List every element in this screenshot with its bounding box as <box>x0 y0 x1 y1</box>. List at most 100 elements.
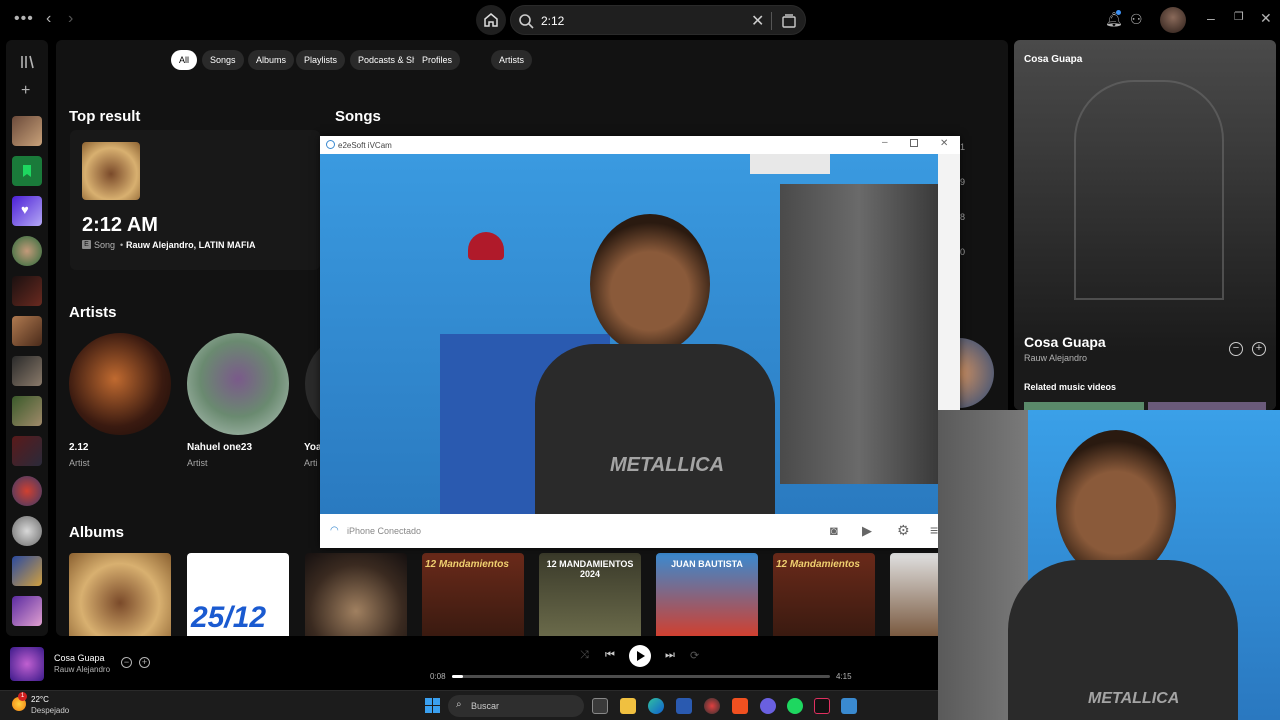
ivcam-title: e2eSoft iVCam <box>338 141 392 150</box>
album-cover[interactable]: 25/12 <box>187 553 289 636</box>
library-item[interactable] <box>12 156 42 186</box>
top-result-artists[interactable]: Rauw Alejandro, LATIN MAFIA <box>126 240 256 250</box>
filter-chip-albums[interactable]: Albums <box>248 50 295 70</box>
library-item[interactable] <box>12 596 42 626</box>
remove-circle-icon[interactable]: − <box>1229 342 1243 356</box>
library-item[interactable] <box>12 396 42 426</box>
search-input[interactable]: 2:12 <box>541 14 564 28</box>
remove-circle-icon[interactable]: − <box>121 657 132 668</box>
library-item[interactable] <box>12 516 42 546</box>
tiktok-icon[interactable] <box>814 698 830 714</box>
now-playing-title[interactable]: Cosa Guapa <box>54 653 105 663</box>
filter-chip-songs[interactable]: Songs <box>202 50 244 70</box>
spotify-icon[interactable] <box>787 698 803 714</box>
album-cover-text: 25/12 <box>191 601 267 634</box>
clear-search-icon[interactable]: ✕ <box>751 11 764 31</box>
artist-name[interactable]: Nahuel one23 <box>187 442 252 453</box>
artist-name[interactable]: Yoa <box>304 442 322 453</box>
minimize-window-icon[interactable]: – <box>882 137 888 148</box>
user-avatar[interactable] <box>1160 7 1186 33</box>
play-icon <box>637 651 645 661</box>
library-icon[interactable] <box>19 54 35 70</box>
album-cover[interactable]: 12 MANDAMIENTOS 2024 <box>539 553 641 636</box>
app-icon[interactable] <box>704 698 720 714</box>
artist-type: Artist <box>187 458 208 468</box>
create-plus-icon[interactable]: + <box>21 82 30 100</box>
menu-icon[interactable]: ≡ <box>930 522 938 538</box>
library-item[interactable] <box>12 556 42 586</box>
library-item[interactable] <box>12 436 42 466</box>
friend-activity-icon[interactable]: ⚇ <box>1130 11 1143 28</box>
now-playing-cover[interactable] <box>10 647 44 681</box>
maximize-window-icon[interactable] <box>910 139 918 147</box>
filter-chip-all[interactable]: All <box>171 50 198 70</box>
close-window-icon[interactable]: ✕ <box>940 138 948 149</box>
home-button[interactable] <box>476 5 506 35</box>
related-video-thumb[interactable] <box>1024 402 1144 410</box>
album-cover[interactable] <box>69 553 171 636</box>
camera-snapshot-icon[interactable]: ◙ <box>830 523 838 538</box>
person-torso <box>535 344 775 514</box>
now-playing-artist[interactable]: Rauw Alejandro <box>54 665 110 674</box>
restore-window-icon[interactable]: ❐ <box>1234 10 1244 23</box>
settings-gear-icon[interactable]: ⚙ <box>897 522 910 539</box>
artist-name[interactable]: 2.12 <box>69 442 88 453</box>
album-cover[interactable]: JUAN BAUTISTA <box>656 553 758 636</box>
add-circle-icon[interactable]: + <box>1252 342 1266 356</box>
back-arrow-icon[interactable]: ‹ <box>46 10 51 28</box>
taskbar-search[interactable]: ⌕ Buscar <box>448 695 584 717</box>
video-record-icon[interactable]: ▶ <box>862 523 872 539</box>
album-cover[interactable]: 12 Mandamientos <box>422 553 524 636</box>
more-dots-icon[interactable]: ••• <box>14 10 34 28</box>
album-cover[interactable] <box>305 553 407 636</box>
filter-chip-artists[interactable]: Artists <box>491 50 533 70</box>
grey-curtain <box>780 184 938 484</box>
panel-track-title[interactable]: Cosa Guapa <box>1024 334 1106 350</box>
edge-browser-icon[interactable] <box>648 698 664 714</box>
player-bar: Cosa Guapa Rauw Alejandro − + ⤨ ⏮︎ ⏭︎ ⟳ … <box>0 640 938 690</box>
air-conditioner <box>750 154 830 174</box>
ivcam-statusbar: ◠ iPhone Conectado ◙ ▶ ⚙ ≡ <box>320 514 960 548</box>
panel-track-artist[interactable]: Rauw Alejandro <box>1024 353 1087 363</box>
repeat-icon[interactable]: ⟳ <box>690 649 699 662</box>
artist-avatar[interactable] <box>187 333 289 435</box>
shuffle-icon[interactable]: ⤨ <box>580 649 589 662</box>
forward-arrow-icon[interactable]: › <box>68 10 73 28</box>
file-explorer-icon[interactable] <box>620 698 636 714</box>
library-item[interactable] <box>12 236 42 266</box>
filter-chip-profiles[interactable]: Profiles <box>414 50 461 70</box>
search-bar[interactable]: 2:12 ✕ <box>510 5 806 35</box>
library-item[interactable] <box>12 316 42 346</box>
brave-browser-icon[interactable] <box>732 698 748 714</box>
artist-avatar[interactable] <box>69 333 171 435</box>
album-cover[interactable]: 12 Mandamientos <box>773 553 875 636</box>
progress-bar[interactable] <box>452 675 830 678</box>
play-button[interactable] <box>629 645 651 667</box>
library-item[interactable] <box>12 116 42 146</box>
weather-desc[interactable]: Despejado <box>31 706 69 715</box>
weather-temp[interactable]: 22°C <box>31 695 49 704</box>
artists-heading: Artists <box>69 304 117 321</box>
filter-chip-playlists[interactable]: Playlists <box>296 50 346 70</box>
notification-dot <box>1116 10 1121 15</box>
minimize-window-icon[interactable]: – <box>1207 10 1215 26</box>
close-window-icon[interactable]: ✕ <box>1260 10 1272 27</box>
liked-songs-item[interactable]: ♥ <box>12 196 42 226</box>
previous-track-icon[interactable]: ⏮︎ <box>605 649 615 662</box>
top-result-heading: Top result <box>69 108 141 125</box>
windows-start-icon[interactable] <box>425 698 440 713</box>
browse-icon[interactable] <box>781 13 797 29</box>
library-item[interactable] <box>12 276 42 306</box>
library-item[interactable] <box>12 356 42 386</box>
add-circle-icon[interactable]: + <box>139 657 150 668</box>
library-item[interactable] <box>12 476 42 506</box>
task-view-icon[interactable] <box>592 698 608 714</box>
related-video-thumb[interactable] <box>1148 402 1266 410</box>
discord-icon[interactable] <box>760 698 776 714</box>
store-icon[interactable] <box>676 698 692 714</box>
top-result-card[interactable]: 2:12 AM E Song • Rauw Alejandro, LATIN M… <box>70 130 320 270</box>
explicit-badge: E <box>82 240 91 249</box>
next-track-icon[interactable]: ⏭︎ <box>665 649 675 662</box>
ivcam-taskbar-icon[interactable] <box>841 698 857 714</box>
top-result-title[interactable]: 2:12 AM <box>82 214 158 237</box>
